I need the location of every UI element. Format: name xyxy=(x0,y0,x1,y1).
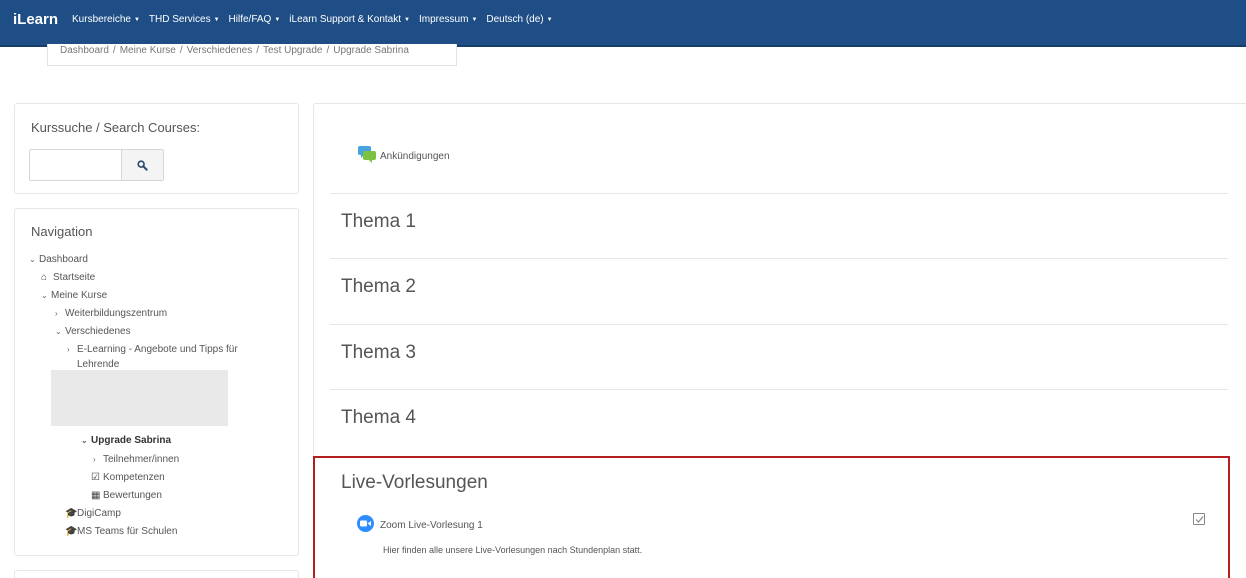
navbar-menu: Kursbereiche ▼ THD Services ▼ Hilfe/FAQ ▼ i… xyxy=(72,14,562,25)
nav-item-meine-kurse[interactable]: ⌄ Meine Kurse xyxy=(41,290,107,301)
menu-hilfe-faq[interactable]: Hilfe/FAQ ▼ xyxy=(229,14,281,25)
chevron-right-icon: › xyxy=(93,455,96,464)
nav-item-bewertungen[interactable]: ▦ Bewertungen xyxy=(91,490,162,501)
nav-item-weiterbildungszentrum[interactable]: › Weiterbildungszentrum xyxy=(55,308,167,319)
breadcrumb-dashboard[interactable]: Dashboard xyxy=(60,45,109,56)
chevron-down-icon: ⌄ xyxy=(29,255,36,264)
table-icon: ▦ xyxy=(91,490,101,501)
nav-item-label: Dashboard xyxy=(39,254,88,265)
section-divider xyxy=(330,193,1228,194)
nav-item-upgrade-sabrina[interactable]: ⌄ Upgrade Sabrina xyxy=(81,435,171,446)
nav-item-label: Upgrade Sabrina xyxy=(91,435,172,446)
menu-thd-services[interactable]: THD Services ▼ xyxy=(149,14,220,25)
nav-item-ms-teams[interactable]: 🎓MS Teams für Schulen xyxy=(65,526,177,537)
forum-icon xyxy=(358,146,376,163)
menu-support-kontakt[interactable]: iLearn Support & Kontakt ▼ xyxy=(289,14,410,25)
nav-item-label: DigiCamp xyxy=(77,508,121,519)
section-title-live-vorlesungen[interactable]: Live-Vorlesungen xyxy=(341,472,488,494)
breadcrumb-upgrade-sabrina[interactable]: Upgrade Sabrina xyxy=(333,45,409,56)
redacted-region xyxy=(51,370,228,426)
section-title-thema-1[interactable]: Thema 1 xyxy=(341,211,416,233)
search-icon xyxy=(137,159,148,171)
menu-language[interactable]: Deutsch (de) ▼ xyxy=(486,14,552,25)
navigation-title: Navigation xyxy=(31,224,93,239)
course-search-input[interactable] xyxy=(29,149,121,181)
nav-item-label: Verschiedenes xyxy=(65,326,131,337)
breadcrumb-test-upgrade[interactable]: Test Upgrade xyxy=(263,45,322,56)
completion-checkbox-icon[interactable] xyxy=(1193,513,1205,525)
nav-item-startseite[interactable]: ⌂ Startseite xyxy=(41,272,95,283)
zoom-icon xyxy=(357,515,374,532)
search-button[interactable] xyxy=(121,149,164,181)
menu-label: iLearn Support & Kontakt xyxy=(289,14,402,25)
menu-impressum[interactable]: Impressum ▼ xyxy=(419,14,477,25)
navigation-block: Navigation ⌄ Dashboard ⌂ Startseite ⌄ Meine… xyxy=(14,208,299,556)
announcements-activity[interactable]: Ankündigungen xyxy=(357,145,450,163)
breadcrumb-separator: / xyxy=(256,45,260,56)
nav-item-teilnehmer[interactable]: › Teilnehmer/innen xyxy=(93,454,179,465)
nav-item-digicamp[interactable]: 🎓DigiCamp xyxy=(65,508,121,519)
announcements-label: Ankündigungen xyxy=(380,151,450,162)
caret-down-icon: ▼ xyxy=(404,17,410,23)
section-divider xyxy=(330,389,1228,390)
nav-item-kompetenzen[interactable]: ☑ Kompetenzen xyxy=(91,472,165,483)
nav-item-label: Meine Kurse xyxy=(51,290,108,301)
caret-down-icon: ▼ xyxy=(133,17,140,23)
menu-label: Kursbereiche xyxy=(72,14,131,25)
nav-item-label: Kompetenzen xyxy=(103,472,165,483)
next-block xyxy=(14,570,299,578)
chevron-down-icon: ⌄ xyxy=(41,291,48,300)
check-square-icon: ☑ xyxy=(91,472,100,483)
home-icon: ⌂ xyxy=(41,272,48,283)
nav-item-label: Bewertungen xyxy=(103,490,162,501)
nav-item-elearning-continued[interactable]: Lehrende xyxy=(77,359,119,370)
nav-item-label: Teilnehmer/innen xyxy=(103,454,180,465)
activity-description: Hier finden alle unsere Live-Vorlesungen… xyxy=(383,545,643,555)
nav-item-verschiedenes[interactable]: ⌄ Verschiedenes xyxy=(55,326,131,337)
nav-item-label: E-Learning - Angebote und Tipps für xyxy=(77,344,238,355)
menu-label: THD Services xyxy=(148,14,211,25)
caret-down-icon: ▼ xyxy=(274,17,281,23)
nav-item-label: MS Teams für Schulen xyxy=(77,526,178,537)
section-title-thema-4[interactable]: Thema 4 xyxy=(341,407,416,429)
graduation-cap-icon: 🎓 xyxy=(65,526,78,537)
zoom-activity-label: Zoom Live-Vorlesung 1 xyxy=(380,520,483,531)
section-divider xyxy=(330,324,1228,325)
zoom-activity[interactable]: Zoom Live-Vorlesung 1 xyxy=(357,515,483,532)
breadcrumb-separator: / xyxy=(112,45,116,56)
nav-item-label: Startseite xyxy=(53,272,96,283)
chevron-down-icon: ⌄ xyxy=(55,327,62,336)
nav-item-label: Lehrende xyxy=(77,359,120,370)
chevron-right-icon: › xyxy=(55,309,58,318)
breadcrumb: Dashboard / Meine Kurse / Verschiedenes / Test… xyxy=(47,44,457,66)
chevron-right-icon: › xyxy=(67,345,70,354)
caret-down-icon: ▼ xyxy=(213,17,220,23)
menu-label: Hilfe/FAQ xyxy=(228,14,272,25)
section-title-thema-3[interactable]: Thema 3 xyxy=(341,342,416,364)
nav-item-label: Weiterbildungszentrum xyxy=(65,308,168,319)
section-divider xyxy=(330,258,1228,259)
breadcrumb-separator: / xyxy=(179,45,183,56)
menu-kursbereiche[interactable]: Kursbereiche ▼ xyxy=(72,14,140,25)
caret-down-icon: ▼ xyxy=(471,17,478,23)
breadcrumb-verschiedenes[interactable]: Verschiedenes xyxy=(187,45,253,56)
section-title-thema-2[interactable]: Thema 2 xyxy=(341,276,416,298)
breadcrumb-meine-kurse[interactable]: Meine Kurse xyxy=(120,45,176,56)
graduation-cap-icon: 🎓 xyxy=(65,508,78,519)
chevron-down-icon: ⌄ xyxy=(81,436,88,445)
menu-label: Impressum xyxy=(418,14,469,25)
nav-item-elearning[interactable]: › E-Learning - Angebote und Tipps für xyxy=(67,344,238,355)
course-search-title: Kurssuche / Search Courses: xyxy=(31,120,201,135)
top-navbar: iLearn Kursbereiche ▼ THD Services ▼ Hilfe… xyxy=(0,0,1246,47)
breadcrumb-separator: / xyxy=(326,45,330,56)
nav-item-dashboard[interactable]: ⌄ Dashboard xyxy=(29,254,88,265)
menu-label: Deutsch (de) xyxy=(486,14,544,25)
course-search-block: Kurssuche / Search Courses: xyxy=(14,103,299,194)
brand-logo[interactable]: iLearn xyxy=(13,11,58,28)
caret-down-icon: ▼ xyxy=(546,17,553,23)
